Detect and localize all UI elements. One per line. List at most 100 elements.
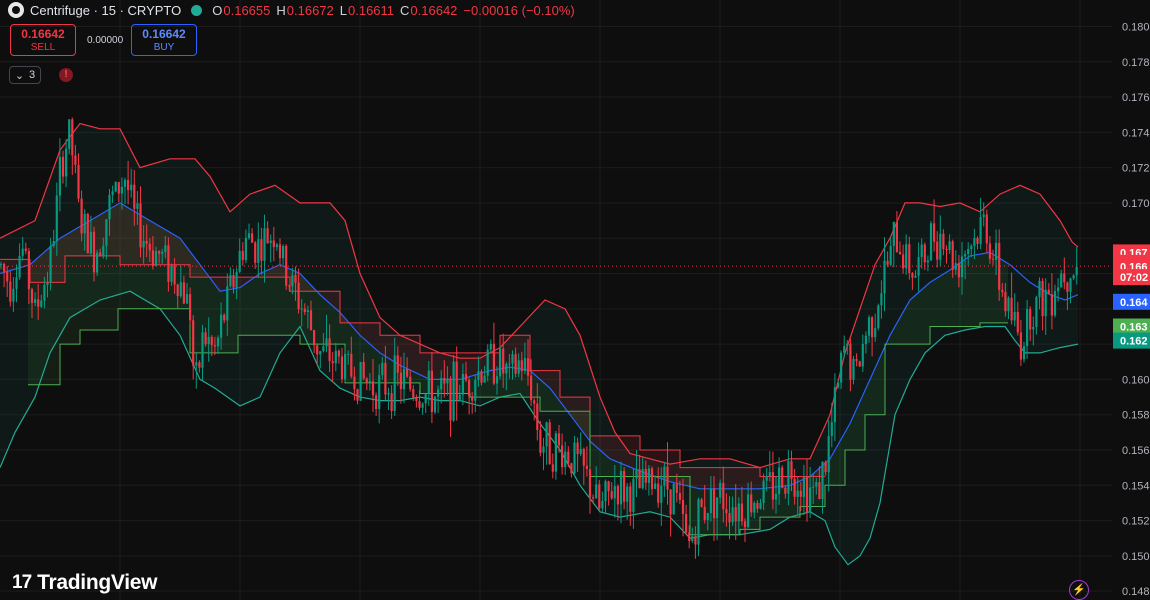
y-tick-label: 0.1740 xyxy=(1122,127,1150,139)
candle-body xyxy=(167,245,170,282)
candle-body xyxy=(452,361,455,421)
sell-button[interactable]: 0.16642 SELL xyxy=(10,24,76,56)
candle-body xyxy=(740,503,743,522)
candle-body xyxy=(241,250,244,261)
candle-body xyxy=(133,184,136,209)
candle-body xyxy=(108,195,111,220)
candle-body xyxy=(105,219,108,246)
candle-body xyxy=(27,251,30,290)
candle-body xyxy=(933,223,936,242)
candle-body xyxy=(1010,297,1013,321)
candle-body xyxy=(55,195,58,242)
symbol-title[interactable]: Centrifuge · 15 · CRYPTO xyxy=(30,3,181,18)
candle-body xyxy=(92,231,96,273)
candle-body xyxy=(1035,297,1038,327)
candle-body xyxy=(207,336,210,345)
candle-body xyxy=(920,244,923,258)
price-tag-label: 0.162 xyxy=(1120,336,1148,348)
candle-body xyxy=(334,350,337,364)
candle-body xyxy=(762,480,765,503)
candle-body xyxy=(964,254,967,257)
candle-body xyxy=(985,214,988,244)
candle-body xyxy=(247,233,251,238)
candle-body xyxy=(542,446,545,453)
high-value: 0.16672 xyxy=(286,2,334,18)
price-chart[interactable]: 0.1800 0.1780 0.1760 0.1740 0.1720 0.1700 0.16… xyxy=(0,0,1150,600)
candle-body xyxy=(257,239,260,263)
candle-body xyxy=(216,337,220,347)
candle-body xyxy=(1047,289,1050,295)
candle-body xyxy=(12,288,15,302)
candle-body xyxy=(747,494,750,527)
candle-body xyxy=(725,509,728,514)
candle-body xyxy=(703,506,706,520)
candle-body xyxy=(430,370,433,413)
buy-button[interactable]: 0.16642 BUY xyxy=(131,24,197,56)
candle-body xyxy=(136,203,139,209)
candle-body xyxy=(731,507,734,523)
candle-body xyxy=(43,284,46,301)
candle-body xyxy=(722,482,725,510)
candle-body xyxy=(1057,287,1060,292)
y-tick-label: 0.1800 xyxy=(1122,22,1150,34)
indicators-toggle-button[interactable]: ⌄ 3 xyxy=(9,66,41,84)
candle-body xyxy=(120,186,123,194)
candle-body xyxy=(557,433,561,446)
y-tick-label: 0.1760 xyxy=(1122,92,1150,104)
buy-price: 0.16642 xyxy=(142,27,186,41)
candle-body xyxy=(464,374,468,381)
candle-body xyxy=(474,379,477,401)
candle-body xyxy=(855,359,858,362)
change-value: −0.00016 (−0.10%) xyxy=(463,2,575,18)
buy-label: BUY xyxy=(153,42,175,53)
candle-body xyxy=(173,265,176,285)
candle-body xyxy=(908,244,911,274)
candle-body xyxy=(198,362,201,368)
close-value: 0.16642 xyxy=(410,2,458,18)
candle-body xyxy=(967,248,970,255)
candle-body xyxy=(1044,289,1047,317)
market-status-icon[interactable] xyxy=(191,4,203,16)
candle-body xyxy=(858,361,861,367)
candle-body xyxy=(697,499,700,545)
candle-body xyxy=(83,214,86,234)
candle-body xyxy=(272,240,275,248)
candle-body xyxy=(929,223,933,261)
open-label: O xyxy=(212,2,223,18)
candle-body xyxy=(576,442,579,455)
candle-body xyxy=(68,119,71,149)
candle-body xyxy=(654,483,657,489)
lightning-icon[interactable]: ⚡ xyxy=(1069,580,1089,600)
candle-body xyxy=(319,351,322,355)
candle-body xyxy=(123,179,127,187)
candle-body xyxy=(499,348,502,377)
candle-body xyxy=(1022,346,1026,360)
tradingview-logo[interactable]: 17 TradingView xyxy=(12,571,157,595)
candle-body xyxy=(347,353,350,355)
candle-body xyxy=(344,354,347,380)
alert-icon[interactable]: ! xyxy=(59,68,73,82)
close-label: C xyxy=(400,2,410,18)
candle-body xyxy=(489,343,492,350)
candle-body xyxy=(244,238,247,261)
candle-body xyxy=(189,294,192,321)
candle-body xyxy=(582,448,585,466)
candle-body xyxy=(492,343,495,384)
candle-body xyxy=(161,252,164,254)
candle-body xyxy=(635,469,638,479)
candle-body xyxy=(1053,291,1057,316)
candle-body xyxy=(300,308,303,310)
candle-body xyxy=(316,345,319,355)
candle-body xyxy=(412,389,415,399)
candle-body xyxy=(902,254,905,269)
candle-body xyxy=(291,275,294,287)
candle-body xyxy=(629,486,632,512)
candle-body xyxy=(111,191,114,195)
candle-body xyxy=(278,244,282,259)
candle-body xyxy=(877,305,880,329)
candle-body xyxy=(176,284,179,297)
price-axis[interactable]: 0.1800 0.1780 0.1760 0.1740 0.1720 0.1700 0.16… xyxy=(1122,22,1150,599)
candle-body xyxy=(812,486,815,488)
candle-body xyxy=(592,497,595,499)
candle-body xyxy=(399,372,402,390)
